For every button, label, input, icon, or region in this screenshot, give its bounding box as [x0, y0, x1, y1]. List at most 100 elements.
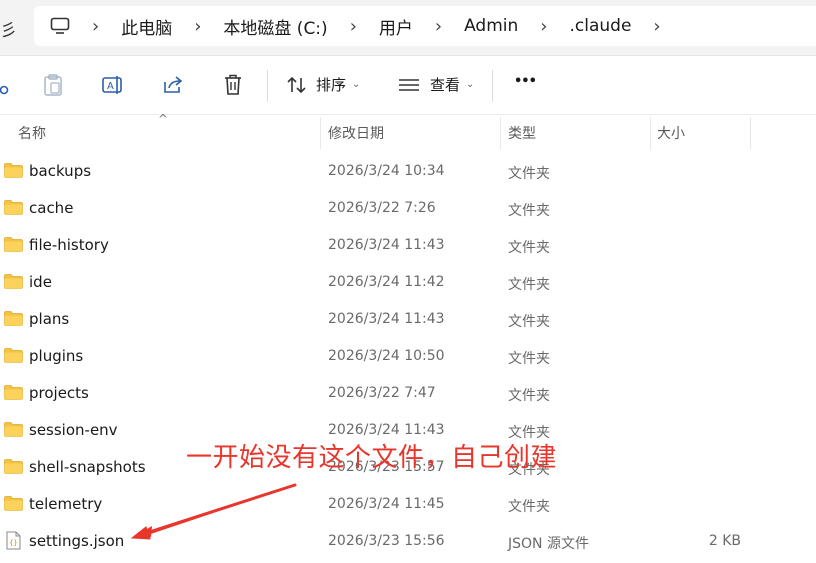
breadcrumb-label: 此电脑 [121, 18, 173, 39]
file-modified: 2026/3/24 11:42 [328, 274, 445, 290]
sort-label: 排序 [316, 76, 347, 94]
file-type: JSON 源文件 [508, 536, 589, 552]
folder-icon [4, 385, 23, 400]
breadcrumb-label: 本地磁盘 (C:) [223, 18, 328, 39]
file-row[interactable]: backups 2026/3/24 10:34 文件夹 [0, 153, 816, 190]
breadcrumb-label: 用户 [378, 18, 413, 39]
file-name: projects [29, 384, 89, 402]
chevron-right-icon[interactable]: › [435, 16, 442, 37]
file-modified: 2026/3/23 15:56 [328, 533, 445, 549]
more-icon: ••• [514, 74, 537, 89]
file-row[interactable]: projects 2026/3/22 7:47 文件夹 [0, 375, 816, 412]
file-type: 文件夹 [508, 277, 550, 293]
chevron-down-icon: ⌄ [352, 79, 361, 90]
file-type: 文件夹 [508, 240, 550, 256]
breadcrumb-item-admin[interactable]: Admin [464, 16, 518, 36]
share-icon[interactable] [160, 72, 186, 98]
file-name: settings.json [29, 532, 125, 550]
cut-icon-svg [0, 85, 9, 95]
file-type: 文件夹 [508, 314, 550, 330]
this-pc-icon[interactable] [50, 17, 70, 35]
command-bar: A 排序 ⌄ 查看 ⌄ ••• [0, 58, 816, 114]
file-name: telemetry [29, 495, 103, 513]
sort-icon [287, 76, 306, 93]
file-list: backups 2026/3/24 10:34 文件夹 cache 2026/3… [0, 153, 816, 560]
file-modified: 2026/3/24 11:45 [328, 496, 445, 512]
chevron-right-icon[interactable]: › [540, 16, 547, 37]
file-modified: 2026/3/24 11:43 [328, 237, 445, 253]
chevron-down-icon: ⌄ [466, 79, 475, 90]
file-modified: 2026/3/22 7:26 [328, 200, 436, 216]
column-divider[interactable] [650, 117, 651, 149]
breadcrumb-item-this-pc[interactable]: 此电脑 [121, 14, 172, 39]
column-divider[interactable] [320, 117, 321, 149]
file-modified: 2026/3/24 10:50 [328, 348, 445, 364]
address-bar: 彡 › 此电脑 › 本地磁盘 (C:) › 用户 › Admin › .clau… [0, 0, 816, 56]
toolbar-divider [267, 70, 268, 102]
cut-icon[interactable] [0, 72, 14, 98]
column-divider[interactable] [750, 117, 751, 149]
folder-icon [4, 348, 23, 363]
chevron-right-icon[interactable]: › [92, 16, 99, 37]
file-type: 文件夹 [508, 166, 550, 182]
file-name: backups [29, 162, 92, 180]
rename-icon-svg: A [102, 76, 122, 94]
chevron-right-icon[interactable]: › [194, 16, 201, 37]
file-row[interactable]: cache 2026/3/22 7:26 文件夹 [0, 190, 816, 227]
file-name: cache [29, 199, 74, 217]
more-options-button[interactable]: ••• [514, 74, 537, 89]
file-row[interactable]: telemetry 2026/3/24 11:45 文件夹 [0, 486, 816, 523]
file-name: plugins [29, 347, 84, 365]
column-header-name[interactable]: 名称 [18, 123, 46, 143]
column-header-row: ^ 名称 修改日期 类型 大小 [0, 112, 816, 149]
sort-button[interactable]: 排序 ⌄ [286, 74, 360, 95]
file-size: 2 KB [708, 533, 741, 549]
svg-text:{}: {} [9, 539, 17, 547]
file-type: 文件夹 [508, 499, 550, 515]
chevron-right-icon[interactable]: › [653, 16, 660, 37]
share-icon-svg [164, 76, 183, 93]
view-button[interactable]: 查看 ⌄ [398, 74, 474, 95]
file-type: 文件夹 [508, 388, 550, 404]
folder-icon [4, 459, 23, 474]
column-header-type[interactable]: 类型 [508, 123, 536, 143]
breadcrumb-label: Admin [464, 16, 519, 36]
breadcrumb-label: .claude [569, 16, 632, 36]
folder-icon [4, 496, 23, 511]
file-modified: 2026/3/24 10:34 [328, 163, 445, 179]
rename-icon[interactable]: A [100, 72, 126, 98]
sort-ascending-icon: ^ [158, 112, 169, 126]
file-modified: 2026/3/22 7:47 [328, 385, 436, 401]
column-divider[interactable] [500, 117, 501, 149]
file-name: plans [29, 310, 70, 328]
toolbar-divider [492, 70, 493, 102]
clipboard-icon [44, 74, 62, 96]
file-type: 文件夹 [508, 203, 550, 219]
breadcrumb-item-local-disk[interactable]: 本地磁盘 (C:) [223, 14, 327, 39]
breadcrumb-item-claude[interactable]: .claude [569, 16, 631, 36]
chevron-right-icon[interactable]: › [350, 16, 357, 37]
file-row[interactable]: ide 2026/3/24 11:42 文件夹 [0, 264, 816, 301]
breadcrumb[interactable]: › 此电脑 › 本地磁盘 (C:) › 用户 › Admin › .claude… [34, 6, 816, 46]
file-modified: 2026/3/24 11:43 [328, 422, 445, 438]
file-row[interactable]: file-history 2026/3/24 11:43 文件夹 [0, 227, 816, 264]
file-row[interactable]: {} settings.json 2026/3/23 15:56 JSON 源文… [0, 523, 816, 560]
json-file-icon: {} [6, 531, 21, 550]
file-type: 文件夹 [508, 351, 550, 367]
breadcrumb-item-users[interactable]: 用户 [379, 14, 413, 39]
folder-icon [4, 163, 23, 178]
file-name: session-env [29, 421, 118, 439]
window-edge-glyph: 彡 [0, 21, 17, 41]
file-row[interactable]: plans 2026/3/24 11:43 文件夹 [0, 301, 816, 338]
monitor-icon [50, 17, 70, 34]
delete-icon[interactable] [220, 72, 246, 98]
paste-icon[interactable] [40, 72, 66, 98]
file-row[interactable]: plugins 2026/3/24 10:50 文件夹 [0, 338, 816, 375]
folder-icon [4, 200, 23, 215]
column-header-size[interactable]: 大小 [657, 123, 685, 143]
view-label: 查看 [430, 76, 461, 94]
column-header-modified[interactable]: 修改日期 [328, 123, 384, 143]
trash-icon [225, 74, 241, 95]
svg-text:A: A [107, 81, 114, 92]
file-name: shell-snapshots [29, 458, 146, 476]
